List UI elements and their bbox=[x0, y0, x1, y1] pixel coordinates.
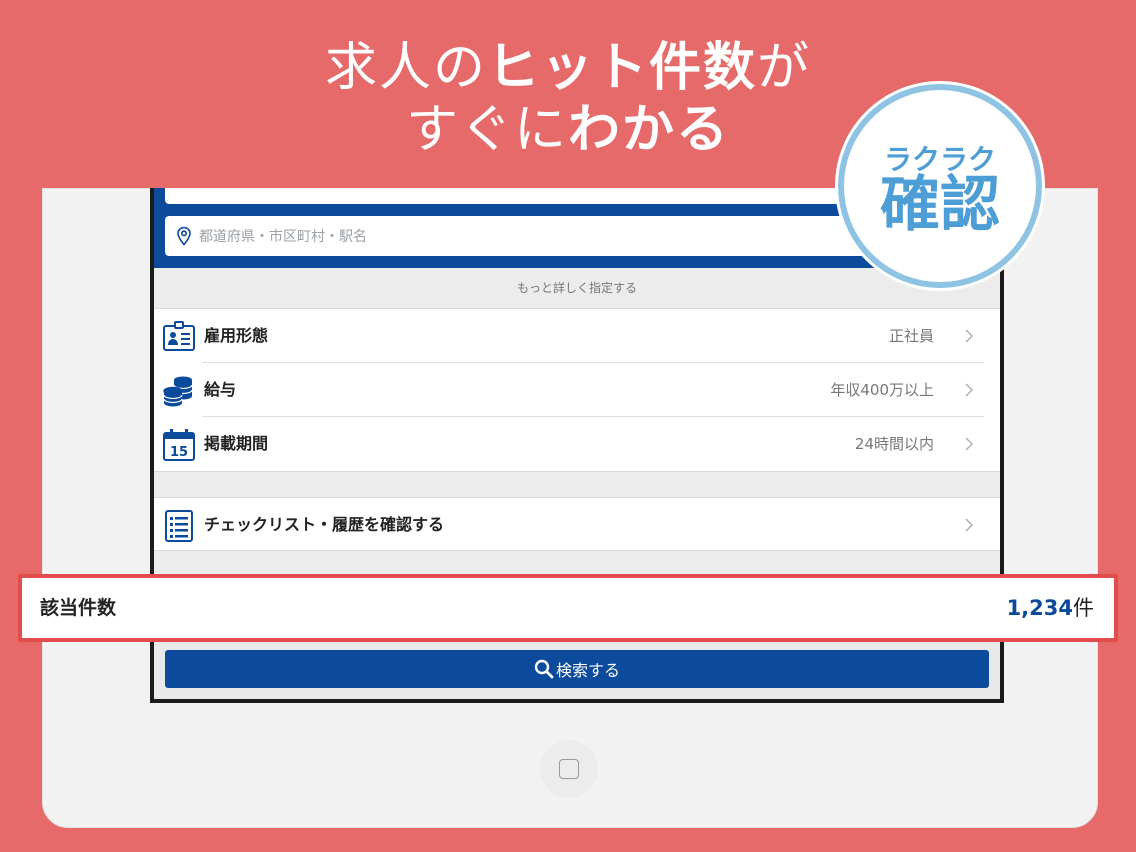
badge-big-text: 確認 bbox=[880, 170, 1000, 240]
chevron-right-icon bbox=[965, 518, 974, 532]
checklist-label: チェックリスト・履歴を確認する bbox=[204, 515, 445, 534]
chevron-right-icon bbox=[965, 329, 974, 343]
chevron-right-icon bbox=[965, 383, 974, 397]
result-count-row: 該当件数 1,234件 bbox=[22, 578, 1114, 638]
filter-list: 雇用形態 正社員 給与 年収400万以上 15 掲載期間 24時間以内 bbox=[154, 308, 1000, 472]
result-count-number: 1,234 bbox=[1006, 596, 1073, 620]
filter-row-salary[interactable]: 給与 年収400万以上 bbox=[154, 363, 1000, 417]
result-count-unit: 件 bbox=[1073, 596, 1094, 620]
search-icon bbox=[534, 659, 554, 679]
easy-check-badge: ラクラク 確認 bbox=[838, 84, 1042, 288]
more-options-link[interactable]: もっと詳しく指定する bbox=[154, 268, 1000, 308]
svg-text:15: 15 bbox=[170, 445, 188, 460]
filter-value: 24時間以内 bbox=[854, 435, 934, 453]
home-button-icon bbox=[559, 759, 579, 779]
home-button[interactable] bbox=[540, 740, 598, 798]
filter-label: 掲載期間 bbox=[204, 434, 269, 453]
calendar-15-icon: 15 bbox=[163, 429, 195, 461]
result-count-highlight: 該当件数 1,234件 bbox=[18, 574, 1118, 642]
search-button-label: 検索する bbox=[555, 661, 620, 680]
employee-card-icon bbox=[163, 321, 195, 351]
checklist-history-row[interactable]: チェックリスト・履歴を確認する bbox=[154, 497, 1000, 551]
result-count-label: 該当件数 bbox=[40, 597, 117, 619]
filter-row-period[interactable]: 15 掲載期間 24時間以内 bbox=[154, 417, 1000, 471]
filter-value: 年収400万以上 bbox=[830, 381, 934, 399]
filter-label: 雇用形態 bbox=[204, 326, 269, 345]
location-pin-icon bbox=[177, 226, 191, 246]
coins-icon bbox=[163, 376, 193, 407]
section-gap bbox=[154, 473, 1000, 497]
filter-value: 正社員 bbox=[888, 327, 934, 345]
search-button[interactable]: 検索する bbox=[165, 650, 989, 688]
location-placeholder: 都道府県・市区町村・駅名 bbox=[199, 229, 367, 245]
checklist-icon bbox=[165, 510, 193, 542]
filter-label: 給与 bbox=[204, 380, 237, 399]
chevron-right-icon bbox=[965, 437, 974, 451]
result-count-value: 1,234件 bbox=[1007, 578, 1094, 638]
filter-row-employment[interactable]: 雇用形態 正社員 bbox=[154, 309, 1000, 363]
